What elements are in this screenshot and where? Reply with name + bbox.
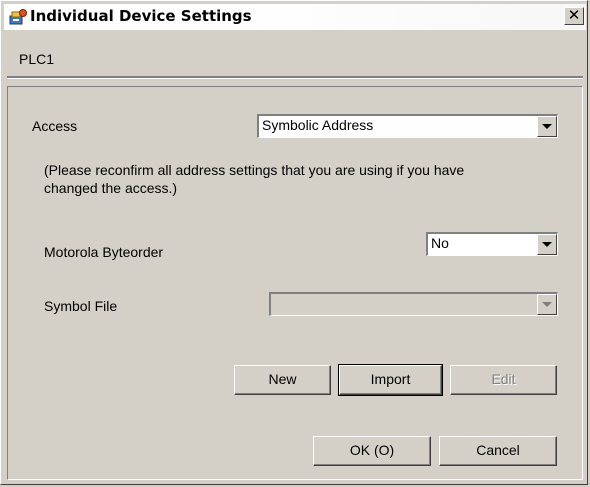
- chevron-down-icon[interactable]: [537, 116, 557, 137]
- symbol-file-select[interactable]: [269, 292, 558, 316]
- access-note: (Please reconfirm all address settings t…: [44, 162, 465, 196]
- window-title: Individual Device Settings: [30, 7, 252, 25]
- symbol-file-label: Symbol File: [44, 298, 118, 314]
- import-button[interactable]: Import: [338, 364, 443, 396]
- byteorder-select-value: No: [431, 235, 449, 251]
- edit-button[interactable]: Edit: [450, 365, 557, 395]
- settings-panel: [7, 86, 583, 480]
- close-icon: ✕: [567, 6, 581, 24]
- device-name: PLC1: [19, 51, 55, 67]
- individual-device-settings-dialog: Individual Device Settings ✕ PLC1 Access…: [0, 0, 588, 485]
- byteorder-label: Motorola Byteorder: [44, 244, 164, 260]
- title-bar[interactable]: Individual Device Settings ✕: [4, 4, 586, 30]
- byteorder-select[interactable]: No: [426, 232, 558, 256]
- access-label: Access: [32, 118, 78, 134]
- close-button[interactable]: ✕: [564, 7, 584, 25]
- header-separator: [7, 76, 583, 79]
- access-select[interactable]: Symbolic Address: [257, 114, 558, 138]
- chevron-down-icon[interactable]: [537, 294, 557, 315]
- cancel-button[interactable]: Cancel: [439, 436, 557, 466]
- access-select-value: Symbolic Address: [262, 117, 374, 133]
- device-settings-icon: [9, 8, 27, 26]
- chevron-down-icon[interactable]: [537, 234, 557, 255]
- ok-button[interactable]: OK (O): [313, 436, 431, 466]
- new-button[interactable]: New: [234, 365, 331, 395]
